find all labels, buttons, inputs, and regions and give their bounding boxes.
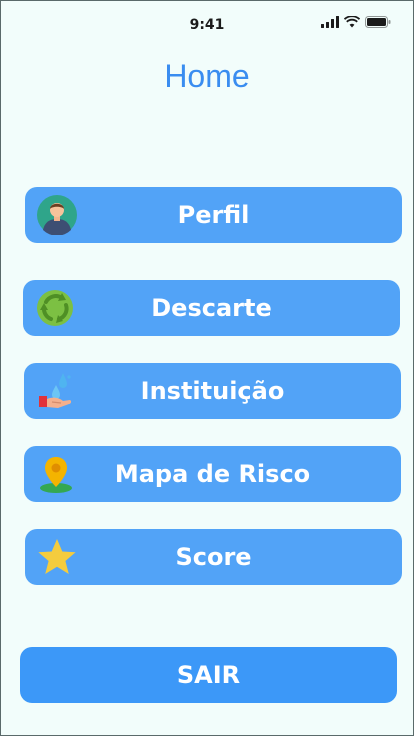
score-button-label: Score xyxy=(175,543,252,571)
institution-button[interactable]: Instituição xyxy=(24,363,401,419)
logout-button-label: SAIR xyxy=(176,661,241,689)
signal-icon xyxy=(321,16,339,28)
wifi-icon xyxy=(344,16,360,28)
risk-map-button-label: Mapa de Risco xyxy=(114,460,311,488)
profile-button[interactable]: Perfil xyxy=(25,187,402,243)
profile-button-label: Perfil xyxy=(177,201,250,229)
page-title: Home xyxy=(164,58,250,94)
status-icons xyxy=(321,16,391,28)
institution-button-label: Instituição xyxy=(140,377,285,405)
score-button[interactable]: Score xyxy=(25,529,402,585)
logout-button[interactable]: SAIR xyxy=(20,647,397,703)
risk-map-button[interactable]: Mapa de Risco xyxy=(24,446,401,502)
disposal-button[interactable]: Descarte xyxy=(23,280,400,336)
status-bar: 9:41 xyxy=(1,1,413,45)
battery-icon xyxy=(365,16,391,28)
disposal-button-label: Descarte xyxy=(151,294,272,322)
phone-screen: 9:41 Home Perfil Descarte Instituição Ma… xyxy=(0,0,414,736)
